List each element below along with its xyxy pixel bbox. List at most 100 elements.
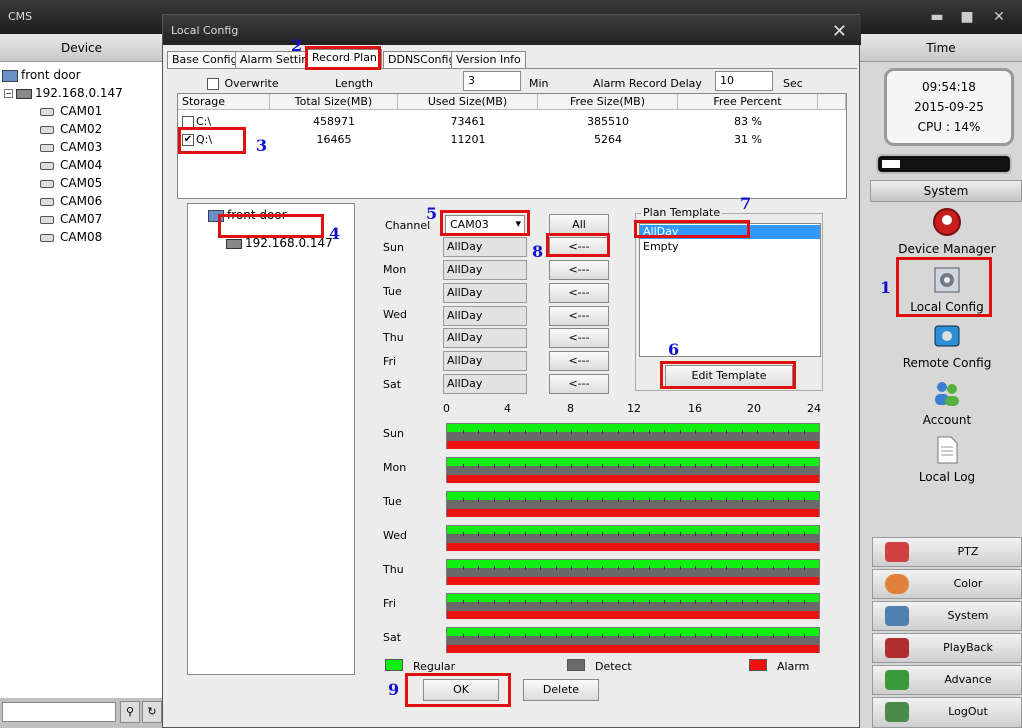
tree-cam[interactable]: CAM01 (40, 104, 102, 118)
local-log-button[interactable]: Local Log (872, 434, 1022, 484)
playback-button[interactable]: PlayBack (872, 633, 1022, 663)
assign-template-button[interactable]: <--- (549, 283, 609, 303)
hour-tick (586, 532, 588, 536)
record-tree-root[interactable]: front door (208, 208, 287, 222)
account-button[interactable]: Account (872, 377, 1022, 427)
day-plan-input[interactable]: AllDay (443, 374, 527, 394)
tree-cam[interactable]: CAM06 (40, 194, 102, 208)
local-config-button[interactable]: Local Config (872, 264, 1022, 314)
tree-cam[interactable]: CAM05 (40, 176, 102, 190)
channel-select[interactable]: CAM03 ▾ (445, 215, 525, 235)
overwrite-check[interactable] (207, 78, 219, 90)
tree-host[interactable]: −192.168.0.147 (4, 86, 123, 100)
hour-tick (695, 532, 696, 536)
tree-cam[interactable]: CAM03 (40, 140, 102, 154)
refresh-icon[interactable]: ↻ (142, 701, 162, 723)
close-icon[interactable]: ✕ (988, 8, 1010, 26)
timeline-bar[interactable] (446, 559, 820, 585)
length-input[interactable]: 3 (463, 71, 521, 91)
logout-button[interactable]: LogOut (872, 697, 1022, 728)
device-search-input[interactable] (2, 702, 116, 722)
day-plan-input[interactable]: AllDay (443, 260, 527, 280)
assign-template-button[interactable]: <--- (549, 374, 609, 394)
hour-tick (710, 498, 712, 502)
ruler-label: 0 (443, 402, 450, 415)
assign-template-button[interactable]: <--- (549, 306, 609, 326)
hour-tick (664, 600, 665, 604)
hour-tick (555, 566, 557, 570)
tree-cam[interactable]: CAM02 (40, 122, 102, 136)
tab-record-plan[interactable]: Record Plan (307, 49, 382, 69)
hour-tick (648, 430, 650, 434)
timeline-bar[interactable] (446, 525, 820, 551)
tab-ddns-config[interactable]: DDNSConfig (383, 51, 461, 69)
hour-tick (509, 532, 510, 536)
timeline-bar[interactable] (446, 423, 820, 449)
table-row-drive[interactable]: ✔ Q:\ (182, 133, 212, 146)
storage-table: Storage Total Size(MB) Used Size(MB) Fre… (177, 93, 847, 199)
tree-cam[interactable]: CAM04 (40, 158, 102, 172)
system-section-button[interactable]: System (870, 180, 1022, 202)
system-button[interactable]: System (872, 601, 1022, 631)
minimize-icon[interactable]: ▬ (926, 8, 948, 26)
ruler-label: 24 (807, 402, 821, 415)
hour-tick (524, 566, 526, 570)
drive-c-checkbox[interactable] (182, 116, 194, 128)
device-manager-button[interactable]: Device Manager (872, 206, 1022, 256)
color-button[interactable]: Color (872, 569, 1022, 599)
hour-tick (664, 430, 665, 434)
day-plan-input[interactable]: AllDay (443, 351, 527, 371)
timeline-bar[interactable] (446, 457, 820, 483)
hour-tick (617, 464, 619, 468)
ptz-button[interactable]: PTZ (872, 537, 1022, 567)
timeline-day-label: Wed (383, 529, 407, 542)
tree-cam[interactable]: CAM08 (40, 230, 102, 244)
record-tree-host[interactable]: 192.168.0.147 (226, 236, 333, 250)
hour-tick (540, 566, 541, 570)
assign-template-button[interactable]: <--- (549, 351, 609, 371)
edit-template-button[interactable]: Edit Template (665, 365, 793, 387)
drive-q-checkbox[interactable]: ✔ (182, 134, 194, 146)
assign-template-button[interactable]: <--- (549, 328, 609, 348)
overwrite-checkbox[interactable]: Overwrite (207, 77, 279, 90)
timeline-bar[interactable] (446, 593, 820, 619)
tree-root[interactable]: front door (2, 68, 81, 82)
tab-base-config[interactable]: Base Config (167, 51, 243, 69)
ok-button[interactable]: OK (423, 679, 499, 701)
assign-template-button[interactable]: <--- (549, 237, 609, 257)
table-row-drive[interactable]: C:\ (182, 115, 211, 128)
hour-tick (710, 430, 712, 434)
day-plan-input[interactable]: AllDay (443, 237, 527, 257)
collapse-icon[interactable]: − (4, 89, 13, 98)
assign-template-button[interactable]: <--- (549, 260, 609, 280)
delete-button[interactable]: Delete (523, 679, 599, 701)
timeline-bar[interactable] (446, 491, 820, 517)
hour-tick (524, 600, 526, 604)
tab-version-info[interactable]: Version Info (451, 51, 526, 69)
plan-item-allday[interactable]: AllDay (640, 225, 820, 239)
day-plan-input[interactable]: AllDay (443, 328, 527, 348)
advance-button[interactable]: Advance (872, 665, 1022, 695)
tree-cam[interactable]: CAM07 (40, 212, 102, 226)
alarm-delay-input[interactable]: 10 (715, 71, 773, 91)
plan-item-empty[interactable]: Empty (640, 240, 820, 254)
camera-icon (40, 125, 54, 134)
dialog-close-icon[interactable]: ✕ (832, 21, 847, 42)
hour-tick (617, 532, 619, 536)
annotation-number: 3 (256, 136, 268, 155)
hour-tick (803, 498, 805, 502)
timeline-bar[interactable] (446, 627, 820, 653)
maximize-icon[interactable]: ■ (956, 8, 978, 26)
all-button[interactable]: All (549, 214, 609, 236)
hour-tick (726, 430, 727, 434)
search-icon[interactable]: ⚲ (120, 701, 140, 723)
remote-config-button[interactable]: Remote Config (872, 320, 1022, 370)
hour-tick (478, 600, 479, 604)
chevron-down-icon[interactable]: ▾ (515, 217, 521, 230)
day-plan-input[interactable]: AllDay (443, 306, 527, 326)
plan-template-label: Plan Template (641, 206, 723, 219)
dialog-title: Local Config (171, 24, 239, 37)
cell-total: 458971 (313, 115, 355, 128)
day-plan-input[interactable]: AllDay (443, 283, 527, 303)
hour-tick (617, 634, 619, 638)
